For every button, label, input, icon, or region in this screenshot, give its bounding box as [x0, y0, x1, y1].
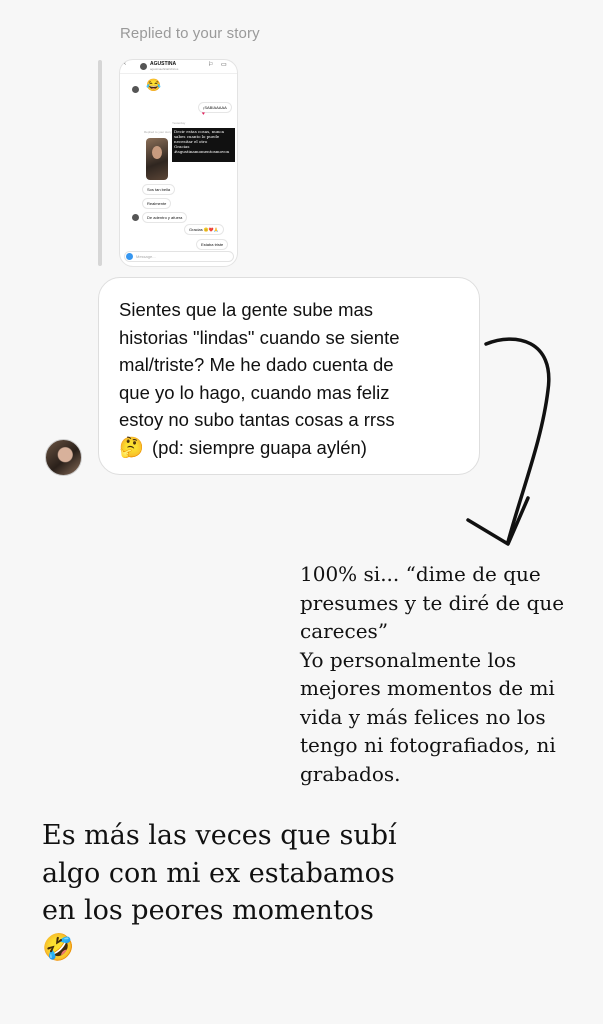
mini-bubble-left-3: De adentro y afuera [142, 212, 188, 223]
arrow-curve [484, 337, 551, 544]
mini-dark-text-box: Decir estas cosas, nunca sabes cuanto lo… [172, 128, 235, 162]
message-line: historias "lindas" cuando se siente [119, 326, 400, 348]
message-last-line: (pd: siempre guapa aylén) [152, 436, 367, 458]
reply-line: Yo personalmente los [300, 647, 517, 672]
sender-avatar[interactable] [45, 439, 82, 476]
mini-heart-icon: ♥ [202, 111, 205, 117]
message-line: Sientes que la gente sube mas [119, 299, 374, 320]
mini-bubble-left-1: Sos tan bella [142, 184, 176, 195]
curved-arrow-icon [466, 337, 551, 546]
bottom-line: Es más las veces que subí [42, 820, 397, 851]
bottom-line: en los peores momentos [42, 895, 374, 926]
reply-line: presumes y te diré de que [300, 590, 565, 615]
message-bubble[interactable]: Sientes que la gente sube mas historias … [98, 277, 480, 475]
reply-line: grabados. [300, 761, 401, 786]
bottom-text: Es más las veces que subí algo con mi ex… [42, 817, 397, 967]
reply-text: 100% si... “dime de que presumes y te di… [300, 560, 590, 788]
mini-header-avatar [140, 63, 147, 70]
laughing-emoji-icon: 🤣 [42, 932, 75, 963]
mini-bubble-left-2: Realmente [142, 198, 172, 209]
mini-story-photo [146, 138, 168, 180]
mini-avatar-1 [132, 86, 139, 93]
mini-account-sub: agustinaoficial/chicos [150, 67, 179, 71]
mini-header: ‹ AGUSTINA agustinaoficial/chicos ⚐ ▭ [120, 60, 237, 74]
message-line: mal/triste? Me he dado cuenta de [119, 354, 394, 375]
mini-input-placeholder: Message... [136, 254, 156, 259]
mini-bubble-right-3: Estaba triste [196, 239, 229, 250]
mini-replied-label: Replied to your story [144, 130, 172, 134]
story-reply-bar [98, 60, 102, 266]
mini-photo-face [152, 146, 162, 159]
thinking-emoji-icon: 🤔 [119, 436, 144, 459]
message-line: que yo lo hago, cuando mas feliz [119, 381, 390, 403]
story-thumbnail[interactable]: ‹ AGUSTINA agustinaoficial/chicos ⚐ ▭ 😂 … [119, 59, 238, 267]
message-line: 🤔 (pd: siempre guapa aylén) [119, 434, 465, 463]
mini-emoji-laugh: 😂 [146, 78, 161, 92]
reply-line: tengo ni fotografiados, ni [300, 733, 556, 757]
bottom-line: algo con mi ex estabamos [42, 857, 395, 889]
mini-back-icon: ‹ [124, 61, 126, 67]
reply-line: mejores momentos de mi [300, 676, 555, 700]
mini-time-label: Yesterday [172, 121, 186, 125]
message-line: estoy no subo tantas cosas a rrss [119, 409, 395, 430]
mini-flag-icon: ⚐ [208, 62, 214, 68]
reply-line: 100% si... “dime de que [300, 562, 541, 586]
mini-message-input: Message... [124, 251, 234, 262]
reply-line: vida y más felices no los [300, 704, 546, 729]
mini-avatar-2 [132, 214, 139, 221]
replied-to-story-label: Replied to your story [120, 25, 260, 42]
mini-bubble-right-2: Gracias 🙂❤️🙏 [184, 224, 224, 235]
reply-line: careces” [300, 619, 389, 643]
mini-video-icon: ▭ [221, 62, 227, 68]
mini-camera-icon [126, 253, 133, 260]
